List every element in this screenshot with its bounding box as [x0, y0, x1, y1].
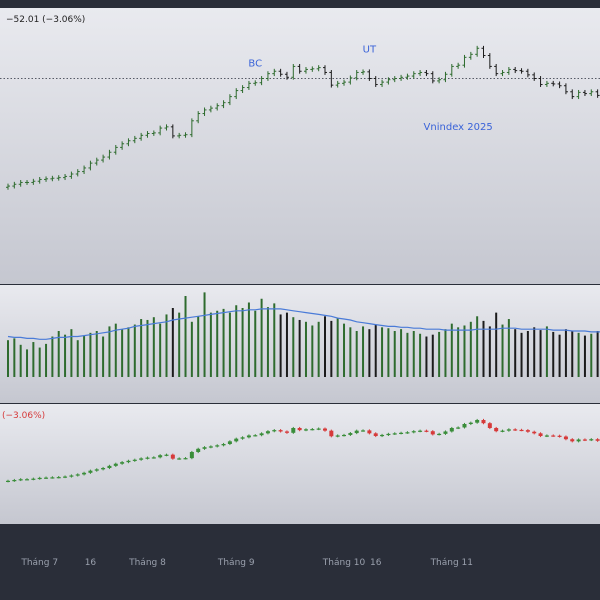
time-axis-tick: Tháng 9: [217, 558, 255, 568]
time-axis-tick: 16: [370, 558, 382, 568]
time-axis-tick: Tháng 8: [128, 558, 166, 568]
chart-window: −52.01 (−3.06%) (−3.06%) BC UT Vnindex 2…: [0, 0, 600, 600]
annotation-vnindex-2025: Vnindex 2025: [424, 122, 493, 133]
annotation-ut: UT: [363, 44, 377, 55]
annotation-bc: BC: [248, 58, 262, 69]
time-axis-tick: Tháng 10: [322, 558, 366, 568]
price-pane[interactable]: [0, 8, 600, 284]
time-axis-tick: Tháng 7: [20, 558, 58, 568]
price-change-legend: −52.01 (−3.06%): [6, 15, 85, 25]
chart-canvas: −52.01 (−3.06%) (−3.06%) BC UT Vnindex 2…: [0, 0, 600, 600]
candle: [189, 450, 194, 460]
candle-change-legend: (−3.06%): [2, 411, 45, 421]
time-axis-tick: Tháng 11: [430, 558, 473, 568]
candlestick-pane[interactable]: [0, 404, 600, 524]
candle: [329, 429, 334, 438]
time-axis-tick: 16: [85, 558, 97, 568]
